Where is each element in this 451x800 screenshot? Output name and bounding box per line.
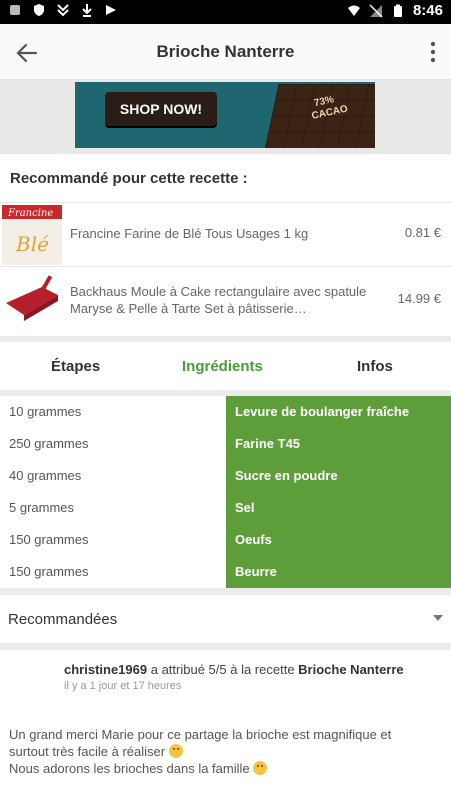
ingredient-quantity: 150 grammes — [9, 564, 89, 579]
recommended-heading: Recommandé pour cette recette : — [10, 170, 248, 187]
ingredients-list: 10 grammes Levure de boulanger fraîche 2… — [0, 396, 451, 588]
ingredient-name: Oeufs — [226, 524, 451, 556]
ingredient-row: 250 grammes Farine T45 — [0, 428, 451, 460]
ingredient-quantity: 250 grammes — [9, 436, 89, 451]
comment-author[interactable]: christine1969 — [64, 662, 147, 677]
svg-text:Francine: Francine — [7, 208, 53, 219]
page-title: Brioche Nanterre — [156, 42, 295, 61]
ingredient-name: Sel — [226, 492, 451, 524]
ingredient-row: 150 grammes Beurre — [0, 556, 451, 588]
ingredient-quantity: 5 grammes — [9, 500, 75, 515]
shop-now-button[interactable]: SHOP NOW! — [105, 92, 217, 126]
product-name: Francine Farine de Blé Tous Usages 1 kg — [70, 226, 309, 241]
tab-infos[interactable]: Infos — [357, 358, 393, 375]
tab-etapes[interactable]: Étapes — [51, 358, 100, 375]
svg-text:Blé: Blé — [15, 232, 49, 256]
comment-line-wrap: Nous adorons les brioches dans la famill… — [9, 760, 449, 777]
chocolate-label: 73% CACAO — [310, 94, 349, 122]
ingredient-quantity: 10 grammes — [9, 404, 82, 419]
ingredient-name: Farine T45 — [226, 428, 451, 460]
ingredient-row: 150 grammes Oeufs — [0, 524, 451, 556]
status-time: 8:46 — [412, 2, 443, 19]
notification-icon — [10, 5, 20, 15]
shield-icon — [34, 4, 44, 16]
product-item[interactable]: Francine Blé Francine Farine de Blé Tous… — [0, 202, 451, 266]
dropdown-selected-value: Recommandées — [8, 611, 118, 628]
recipe-tabs: Étapes Ingrédients Infos — [0, 338, 451, 390]
comment-line: Nous adorons les brioches dans la famill… — [9, 761, 250, 776]
ad-banner[interactable]: SHOP NOW! 73% CACAO — [75, 82, 375, 148]
ingredient-row: 10 grammes Levure de boulanger fraîche — [0, 396, 451, 428]
grin-emoji-icon — [253, 761, 268, 775]
battery-icon — [393, 4, 402, 17]
ingredient-row: 40 grammes Sucre en poudre — [0, 460, 451, 492]
product-price: 14.99 € — [397, 291, 441, 306]
wifi-icon — [347, 5, 360, 16]
more-options-icon[interactable] — [429, 40, 437, 64]
comment-time: il y a 1 jour et 17 heures — [64, 680, 182, 692]
comments-sort-dropdown[interactable]: Recommandées — [0, 595, 451, 643]
ingredient-row: 5 grammes Sel — [0, 492, 451, 524]
tab-ingredients[interactable]: Ingrédients — [182, 358, 263, 375]
comment-header: christine1969 a attribué 5/5 à la recett… — [64, 662, 404, 677]
download-icon — [82, 4, 92, 17]
comment-item: christine1969 a attribué 5/5 à la recett… — [0, 650, 451, 800]
comment-recipe: Brioche Nanterre — [298, 662, 404, 677]
ingredient-name: Sucre en poudre — [226, 460, 451, 492]
app-bar: Brioche Nanterre — [0, 24, 451, 80]
product-name: Backhaus Moule à Cake rectangulaire avec… — [70, 284, 367, 316]
ingredient-quantity: 40 grammes — [9, 468, 82, 483]
comment-line: surtout très facile à réaliser — [9, 744, 166, 759]
ad-banner-area: SHOP NOW! 73% CACAO — [0, 80, 451, 154]
status-bar: 8:46 — [0, 0, 451, 24]
comment-action: a attribué 5/5 à la recette — [150, 662, 295, 677]
chevron-down-icon — [433, 615, 443, 621]
comment-body: Un grand merci Marie pour ce partage la … — [9, 726, 449, 777]
product-item[interactable]: Backhaus Moule à Cake rectangulaire avec… — [0, 266, 451, 330]
recommended-products: Recommandé pour cette recette : Francine… — [0, 154, 451, 336]
signal-off-icon — [369, 3, 383, 18]
product-price: 0.81 € — [404, 225, 441, 240]
smile-emoji-icon — [168, 744, 183, 758]
flour-package-image: Francine Blé — [2, 205, 62, 265]
comment-line-wrap: surtout très facile à réaliser — [9, 743, 449, 760]
ingredient-name: Beurre — [226, 556, 451, 588]
cake-mold-image — [2, 269, 62, 329]
ingredient-quantity: 150 grammes — [9, 532, 89, 547]
download-arrows-icon — [57, 4, 69, 17]
app-icon — [106, 5, 116, 15]
comment-line: Un grand merci Marie pour ce partage la … — [9, 727, 392, 742]
ingredient-name: Levure de boulanger fraîche — [226, 396, 451, 428]
